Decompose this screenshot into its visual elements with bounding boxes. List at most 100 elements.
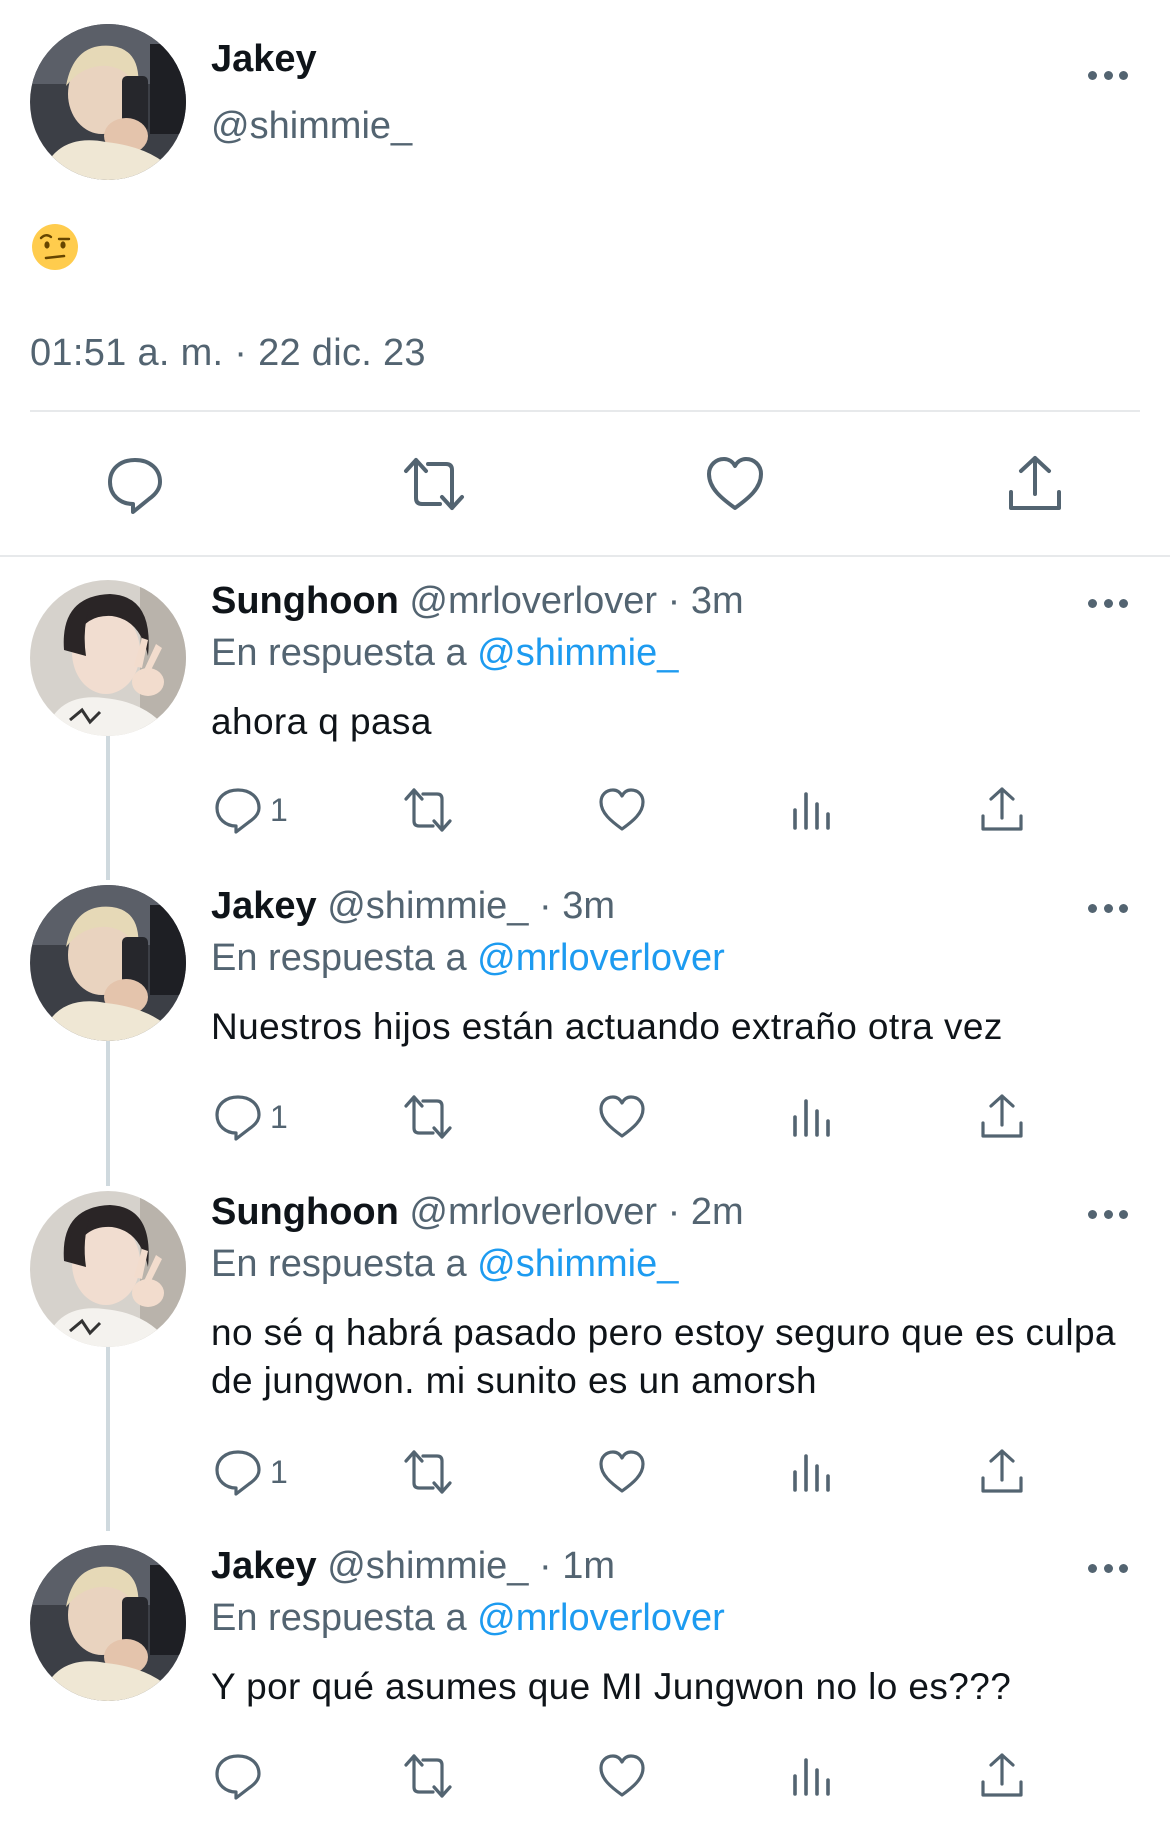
- like-button[interactable]: [596, 1091, 648, 1143]
- heart-icon: [599, 1450, 645, 1493]
- reply-button[interactable]: [103, 452, 167, 516]
- views-button[interactable]: [786, 1091, 838, 1143]
- reply-tweet[interactable]: Sunghoon @mrloverlover · 3m En respuesta…: [0, 580, 1170, 870]
- share-upload-icon: [981, 1753, 1023, 1797]
- author-name[interactable]: Sunghoon: [211, 580, 399, 622]
- views-button[interactable]: [786, 1446, 838, 1498]
- avatar[interactable]: [30, 24, 186, 180]
- like-button[interactable]: [596, 784, 648, 836]
- reply-action-bar: 1: [0, 1446, 1170, 1502]
- reply-button[interactable]: 1: [212, 1091, 288, 1143]
- avatar[interactable]: [30, 885, 186, 1041]
- replying-to-label: En respuesta a: [211, 1597, 467, 1639]
- retweet-button[interactable]: [402, 1091, 454, 1143]
- reply-text: no sé q habrá pasado pero estoy seguro q…: [211, 1312, 1116, 1401]
- reply-tweet[interactable]: Sunghoon @mrloverlover · 2m En respuesta…: [0, 1191, 1170, 1531]
- raised-eyebrow-emoji-icon: [32, 224, 78, 270]
- like-button[interactable]: [703, 452, 767, 516]
- main-tweet: Jakey @shimmie_ 01:51 a. m. · 22 dic. 23: [0, 0, 1170, 555]
- share-upload-icon: [981, 1094, 1023, 1138]
- reply-header: Jakey @shimmie_ · 1m: [211, 1545, 615, 1588]
- more-dots-icon[interactable]: [1088, 69, 1128, 81]
- reply-header: Sunghoon @mrloverlover · 3m: [211, 580, 744, 623]
- reply-time[interactable]: 1m: [562, 1545, 615, 1587]
- section-divider: [0, 555, 1170, 557]
- reply-bubble-icon: [108, 458, 162, 514]
- reply-text: Nuestros hijos están actuando extraño ot…: [211, 1006, 1003, 1047]
- reply-button[interactable]: 1: [212, 1446, 288, 1498]
- divider: [30, 410, 1140, 412]
- replying-to: En respuesta a @shimmie_: [211, 632, 678, 675]
- author-name[interactable]: Jakey: [211, 885, 317, 927]
- replying-to: En respuesta a @mrloverlover: [211, 1597, 725, 1640]
- retweet-button[interactable]: [402, 1446, 454, 1498]
- retweet-button[interactable]: [402, 1750, 454, 1802]
- views-button[interactable]: [786, 1750, 838, 1802]
- share-upload-icon: [1009, 456, 1061, 510]
- author-name[interactable]: Jakey: [211, 38, 317, 81]
- share-button[interactable]: [976, 784, 1028, 836]
- avatar-sunghoon-image: [30, 580, 186, 736]
- reply-bubble-icon: [215, 1754, 261, 1800]
- reply-action-bar: 1: [0, 1091, 1170, 1147]
- avatar[interactable]: [30, 580, 186, 736]
- mention-link[interactable]: @shimmie_: [477, 632, 678, 674]
- reply-count: 1: [270, 1453, 288, 1490]
- reply-button[interactable]: [212, 1750, 270, 1802]
- tweet-emoji: [30, 222, 80, 272]
- avatar-sunghoon-image: [30, 1191, 186, 1347]
- share-button[interactable]: [976, 1750, 1028, 1802]
- reply-count: 1: [270, 1098, 288, 1135]
- reply-time[interactable]: 3m: [562, 885, 615, 927]
- mention-link[interactable]: @shimmie_: [477, 1243, 678, 1285]
- retweet-button[interactable]: [402, 452, 466, 516]
- replying-to-label: En respuesta a: [211, 1243, 467, 1285]
- avatar[interactable]: [30, 1545, 186, 1701]
- share-upload-icon: [981, 1449, 1023, 1493]
- views-bar-icon: [793, 1454, 830, 1492]
- author-handle[interactable]: @mrloverlover: [409, 1191, 657, 1233]
- retweet-icon: [404, 1754, 452, 1798]
- avatar[interactable]: [30, 1191, 186, 1347]
- reply-time[interactable]: 3m: [691, 580, 744, 622]
- heart-icon: [599, 1095, 645, 1138]
- retweet-button[interactable]: [402, 784, 454, 836]
- avatar-jakey-image: [30, 1545, 186, 1701]
- share-button[interactable]: [976, 1446, 1028, 1498]
- author-handle[interactable]: @mrloverlover: [409, 580, 657, 622]
- author-handle[interactable]: @shimmie_: [327, 885, 528, 927]
- heart-icon: [707, 457, 763, 510]
- more-dots-icon[interactable]: [1088, 902, 1128, 914]
- reply-text: Y por qué asumes que MI Jungwon no lo es…: [211, 1666, 1012, 1707]
- more-dots-icon[interactable]: [1088, 1208, 1128, 1220]
- author-name[interactable]: Jakey: [211, 1545, 317, 1587]
- tweet-timestamp[interactable]: 01:51 a. m. · 22 dic. 23: [30, 332, 426, 375]
- views-bar-icon: [793, 792, 830, 830]
- like-button[interactable]: [596, 1446, 648, 1498]
- like-button[interactable]: [596, 1750, 648, 1802]
- replying-to: En respuesta a @shimmie_: [211, 1243, 678, 1286]
- reply-time[interactable]: 2m: [691, 1191, 744, 1233]
- author-handle[interactable]: @shimmie_: [327, 1545, 528, 1587]
- share-button[interactable]: [976, 1091, 1028, 1143]
- reply-header: Jakey @shimmie_ · 3m: [211, 885, 615, 928]
- mention-link[interactable]: @mrloverlover: [477, 937, 725, 979]
- replying-to: En respuesta a @mrloverlover: [211, 937, 725, 980]
- more-dots-icon[interactable]: [1088, 597, 1128, 609]
- views-button[interactable]: [786, 784, 838, 836]
- replying-to-label: En respuesta a: [211, 632, 467, 674]
- reply-tweet[interactable]: Jakey @shimmie_ · 3m En respuesta a @mrl…: [0, 885, 1170, 1175]
- views-bar-icon: [793, 1099, 830, 1137]
- author-handle[interactable]: @shimmie_: [211, 105, 412, 148]
- reply-bubble-icon: [215, 1450, 261, 1496]
- views-bar-icon: [793, 1758, 830, 1796]
- mention-link[interactable]: @mrloverlover: [477, 1597, 725, 1639]
- author-name[interactable]: Sunghoon: [211, 1191, 399, 1233]
- separator-dot: ·: [667, 580, 681, 622]
- retweet-icon: [404, 788, 452, 832]
- separator-dot: ·: [538, 885, 552, 927]
- reply-button[interactable]: 1: [212, 784, 288, 836]
- more-dots-icon[interactable]: [1088, 1562, 1128, 1574]
- share-button[interactable]: [1003, 452, 1067, 516]
- reply-tweet[interactable]: Jakey @shimmie_ · 1m En respuesta a @mrl…: [0, 1545, 1170, 1824]
